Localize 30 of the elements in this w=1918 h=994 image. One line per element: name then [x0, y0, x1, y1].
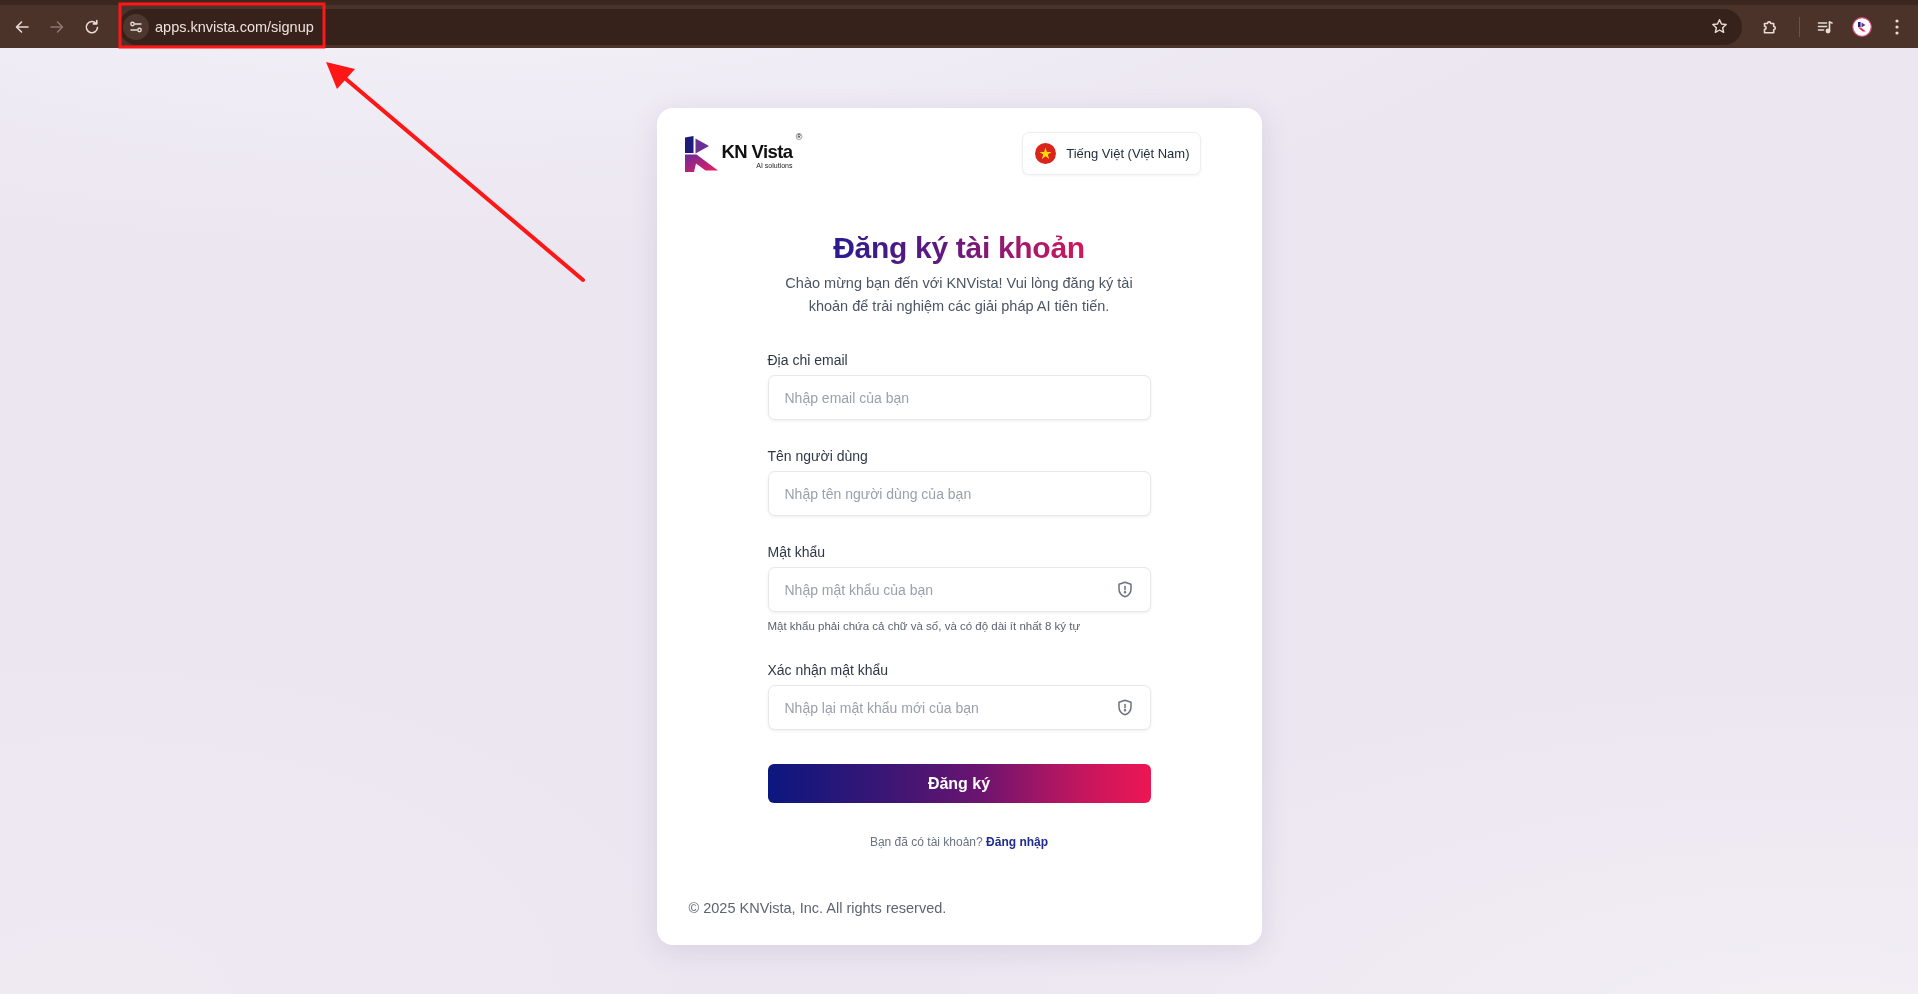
- reload-icon[interactable]: [84, 18, 100, 35]
- bookmark-star-icon[interactable]: [1711, 18, 1728, 35]
- text-field[interactable]: Nhập tên người dùng của bạn: [767, 471, 1151, 516]
- playlist-icon[interactable]: [1817, 18, 1833, 35]
- shield-icon[interactable]: [1116, 699, 1133, 716]
- field-label: Địa chỉ email: [767, 351, 849, 370]
- back-arrow-icon[interactable]: [14, 18, 30, 35]
- password-field[interactable]: Nhập mật khẩu của bạn: [767, 567, 1151, 612]
- password-field[interactable]: Nhập lại mật khẩu mới của bạn: [767, 685, 1151, 730]
- puzzle-piece-icon[interactable]: [1762, 18, 1778, 35]
- email-field[interactable]: Nhập email của bạn: [767, 375, 1151, 420]
- flag-icon: [1035, 143, 1057, 164]
- field-hint: Mật khẩu phải chứa cả chữ và số, và có độ dài ít nhất 8 ký tự: [767, 619, 1082, 634]
- registered-mark: ®: [795, 131, 803, 142]
- more-menu-icon[interactable]: [1895, 18, 1899, 35]
- logo-wordmark: KN Vista: [721, 141, 793, 162]
- submit-button[interactable]: Đăng ký: [767, 764, 1151, 803]
- field-label: Mật khẩu: [767, 543, 827, 562]
- signin-prompt: Bạn đã có tài khoản? Đăng nhập: [868, 834, 1050, 850]
- address-bar[interactable]: apps.knvista.com/signup: [119, 8, 1742, 45]
- signin-link[interactable]: Đăng nhập: [986, 835, 1049, 849]
- welcome-text: Chào mừng bạn đến với KNVista! Vui lòng đăng ký tài khoản để trải nghiệm các giải pháp AI tiên tiến.: [784, 274, 1134, 316]
- copyright-text: © 2025 KNVista, Inc. All rights reserved.: [688, 899, 947, 918]
- field-label: Xác nhận mật khẩu: [767, 661, 890, 680]
- language-button[interactable]: Tiếng Việt (Việt Nam): [1022, 132, 1201, 175]
- logo-mark-icon: [683, 135, 718, 172]
- profile-avatar-icon[interactable]: [1852, 16, 1872, 37]
- sliders-icon[interactable]: [123, 13, 149, 40]
- shield-icon[interactable]: [1116, 581, 1133, 598]
- field-label: Tên người dùng: [767, 447, 869, 466]
